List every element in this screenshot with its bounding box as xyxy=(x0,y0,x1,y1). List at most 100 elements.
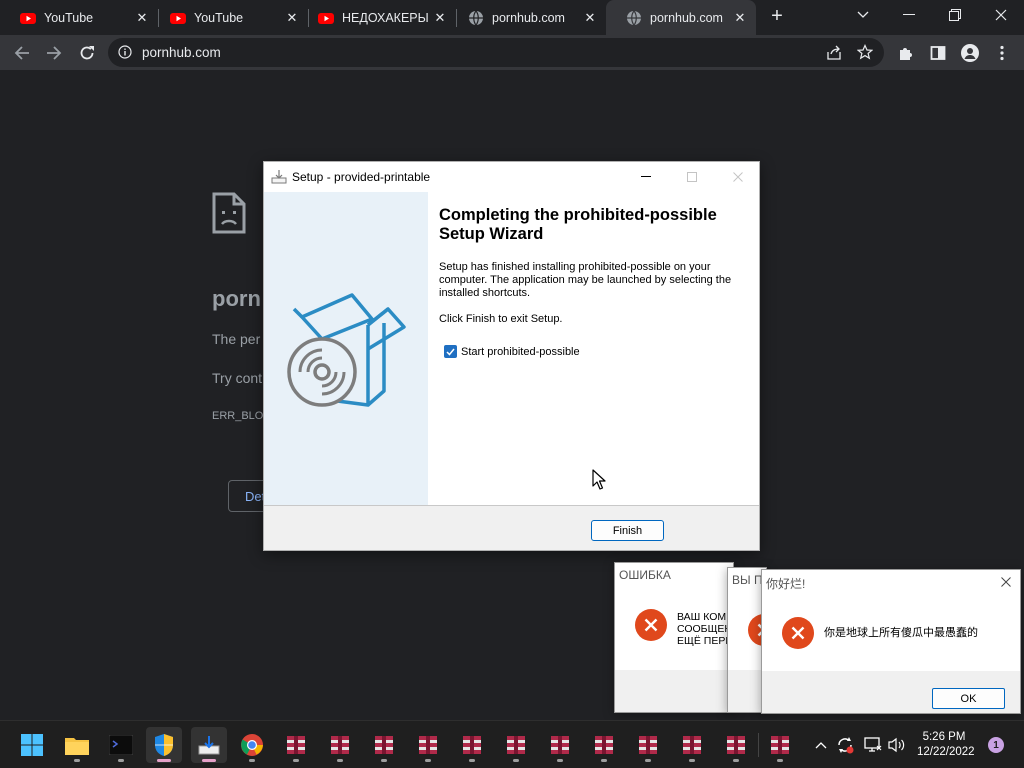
minimize-icon xyxy=(903,14,915,15)
wizard-paragraph: Setup has finished installing prohibited… xyxy=(439,261,732,299)
close-tab-icon[interactable]: ✕ xyxy=(134,10,150,26)
restore-button[interactable] xyxy=(932,0,978,30)
terminal-icon xyxy=(109,735,133,755)
checkbox-checked-icon[interactable] xyxy=(444,345,457,358)
chrome-icon xyxy=(241,734,263,756)
wizard-heading: Completing the prohibited-possible Setup… xyxy=(439,206,717,243)
messagebox-line: СООБЩЕН xyxy=(677,623,733,635)
tab-site-1[interactable]: pornhub.com ✕ xyxy=(448,0,606,35)
file-explorer-icon xyxy=(65,738,89,755)
tab-search-button[interactable] xyxy=(840,0,886,30)
bookmark-star-icon[interactable] xyxy=(857,44,873,60)
messagebox-close-button[interactable] xyxy=(998,574,1014,590)
taskbar-rar-10[interactable] xyxy=(674,727,710,763)
tray-network[interactable] xyxy=(862,735,884,755)
taskbar-rar-11[interactable] xyxy=(718,727,754,763)
volume-icon xyxy=(888,737,905,753)
start-icon xyxy=(21,734,43,756)
taskbar-chrome[interactable] xyxy=(234,727,270,763)
address-bar[interactable]: pornhub.com xyxy=(108,38,884,67)
taskbar-security[interactable] xyxy=(146,727,182,763)
close-tab-icon[interactable]: ✕ xyxy=(732,10,748,26)
globe-icon xyxy=(627,10,641,25)
side-panel-icon xyxy=(930,46,946,60)
taskbar-rar-5[interactable] xyxy=(454,727,490,763)
extensions-button[interactable] xyxy=(892,39,920,67)
arrow-right-icon xyxy=(47,46,62,60)
menu-button[interactable] xyxy=(988,39,1016,67)
error-suggestion: Try cont xyxy=(212,370,263,386)
error-x-icon xyxy=(635,609,667,641)
tab-youtube-1[interactable]: YouTube ✕ xyxy=(0,0,158,35)
taskbar-rar-4[interactable] xyxy=(410,727,446,763)
wizard-footer: Finish xyxy=(264,505,759,550)
error-messagebox-3: 你好烂! 你是地球上所有傻瓜中最愚蠢的 OK xyxy=(761,569,1021,714)
notification-badge[interactable]: 1 xyxy=(988,737,1004,753)
clock-date: 12/22/2022 xyxy=(917,746,975,758)
messagebox-title: ВЫ П xyxy=(732,573,763,587)
rar-archive-icon xyxy=(551,736,569,754)
youtube-icon xyxy=(170,12,186,24)
rar-archive-icon xyxy=(287,736,305,754)
mouse-cursor-icon xyxy=(592,469,606,490)
launch-checkbox[interactable]: Start prohibited-possible xyxy=(444,345,580,358)
installer-icon xyxy=(198,736,220,755)
share-icon[interactable] xyxy=(826,45,842,61)
sad-page-icon xyxy=(212,192,246,234)
taskbar-terminal[interactable] xyxy=(103,727,139,763)
taskbar-rar-6[interactable] xyxy=(498,727,534,763)
finish-button[interactable]: Finish xyxy=(591,520,664,541)
messagebox-footer xyxy=(615,670,733,712)
error-title: porn xyxy=(212,286,261,311)
tab-youtube-2[interactable]: YouTube ✕ xyxy=(150,0,308,35)
tab-nedohakery[interactable]: НЕДОХАКЕРЫ L ✕ xyxy=(298,0,456,35)
dialog-titlebar: Setup - provided-printable xyxy=(264,162,759,192)
forward-button[interactable] xyxy=(40,39,68,67)
side-panel-button[interactable] xyxy=(924,39,952,67)
launch-checkbox-label[interactable]: Start prohibited-possible xyxy=(461,346,580,358)
close-icon xyxy=(733,172,743,182)
dialog-minimize-button[interactable] xyxy=(623,162,669,192)
browser-toolbar: pornhub.com xyxy=(0,35,1024,70)
sync-alert-icon xyxy=(838,737,854,754)
ok-button[interactable]: OK xyxy=(932,688,1005,709)
url-text[interactable]: pornhub.com xyxy=(142,45,221,60)
maximize-icon xyxy=(687,172,697,182)
taskbar-clock[interactable]: 5:26 PM 12/22/2022 xyxy=(917,730,975,760)
tray-sync[interactable] xyxy=(834,735,856,755)
taskbar-rar-1[interactable] xyxy=(278,727,314,763)
minimize-button[interactable] xyxy=(886,0,932,30)
rar-archive-icon xyxy=(683,736,701,754)
close-tab-icon[interactable]: ✕ xyxy=(432,10,448,26)
taskbar-rar-8[interactable] xyxy=(586,727,622,763)
back-button[interactable] xyxy=(8,39,36,67)
reload-button[interactable] xyxy=(73,39,101,67)
tab-title: НЕДОХАКЕРЫ L xyxy=(342,10,432,25)
dialog-title: Setup - provided-printable xyxy=(292,170,431,184)
profile-button[interactable] xyxy=(956,39,984,67)
close-icon xyxy=(1001,577,1011,587)
new-tab-button[interactable]: + xyxy=(766,6,788,28)
start-button[interactable] xyxy=(14,727,50,763)
taskbar-installer[interactable] xyxy=(191,727,227,763)
restore-icon xyxy=(949,9,961,21)
tray-overflow-button[interactable] xyxy=(812,735,830,755)
tab-site-active[interactable]: pornhub.com ✕ xyxy=(606,0,756,35)
box-with-disc-icon xyxy=(287,293,406,407)
setup-wizard-dialog: Setup - provided-printable Completing th… xyxy=(263,161,760,551)
taskbar-rar-7[interactable] xyxy=(542,727,578,763)
taskbar-rar-3[interactable] xyxy=(366,727,402,763)
tray-volume[interactable] xyxy=(886,735,908,755)
info-icon[interactable] xyxy=(118,45,132,59)
taskbar-file-explorer[interactable] xyxy=(59,727,95,763)
messagebox-text: 你是地球上所有傻瓜中最愚蠢的 xyxy=(824,627,978,639)
taskbar-rar-12[interactable] xyxy=(762,727,798,763)
taskbar-rar-9[interactable] xyxy=(630,727,666,763)
close-tab-icon[interactable]: ✕ xyxy=(582,10,598,26)
more-vertical-icon xyxy=(1000,45,1004,61)
arrow-left-icon xyxy=(14,46,29,60)
close-window-button[interactable] xyxy=(978,0,1024,30)
error-x-icon xyxy=(782,617,814,649)
taskbar-rar-2[interactable] xyxy=(322,727,358,763)
dialog-maximize-button xyxy=(669,162,715,192)
